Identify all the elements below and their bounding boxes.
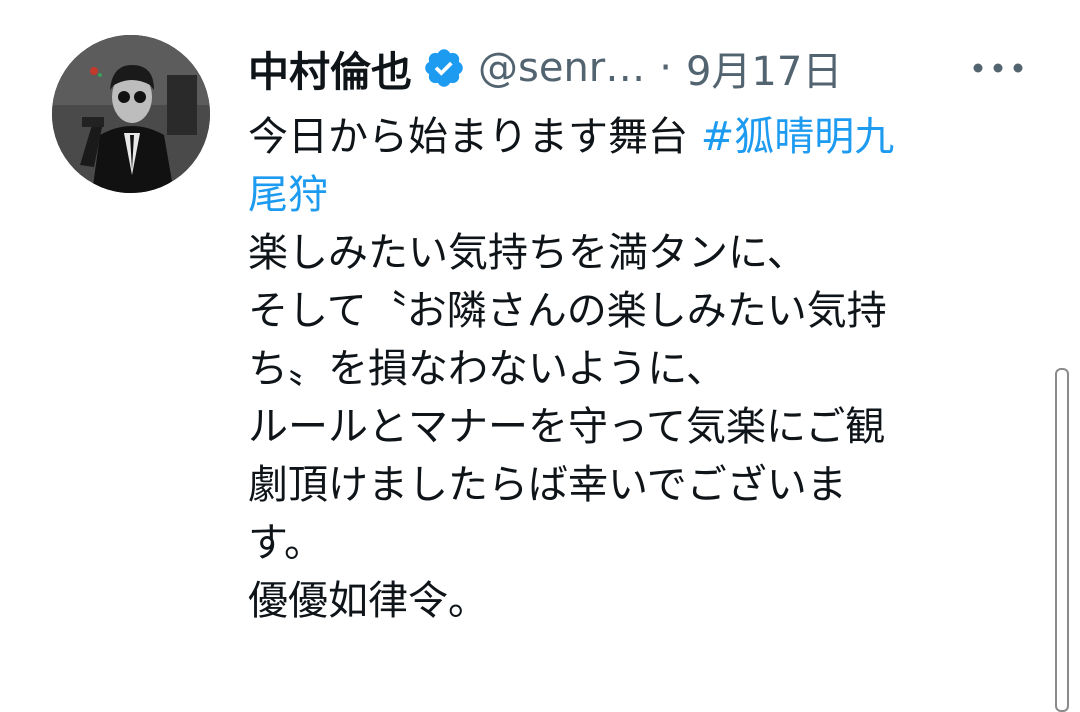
author-handle[interactable]: @senr… <box>478 45 645 91</box>
header-separator: · <box>659 45 672 91</box>
avatar-photo <box>52 35 210 193</box>
tweet-line-1: 今日から始まります舞台 #狐晴明九 <box>248 108 1018 166</box>
tweet-line-5: ち〟を損なわないように、 <box>248 346 726 392</box>
scrollbar[interactable] <box>1055 368 1069 712</box>
hashtag-link[interactable]: #狐晴明九 <box>701 114 895 160</box>
tweet-date[interactable]: 9月17日 <box>686 39 842 97</box>
verified-badge-icon <box>422 46 466 90</box>
tweet-line-4: そして〝お隣さんの楽しみたい気持 <box>248 288 887 334</box>
hashtag-link-continued[interactable]: 尾狩 <box>248 166 1018 224</box>
author-avatar[interactable] <box>52 35 210 193</box>
tweet-header: 中村倫也 @senr… · 9月17日 <box>248 38 842 98</box>
tweet-line-6: ルールとマナーを守って気楽にご観 <box>248 404 886 450</box>
tweet-body: 今日から始まります舞台 #狐晴明九 尾狩 楽しみたい気持ちを満タンに、 そして〝… <box>248 108 1018 630</box>
tweet-line-9: 優優如律令。 <box>248 578 488 624</box>
author-display-name[interactable]: 中村倫也 <box>248 38 412 98</box>
tweet-line-7: 劇頂けましたらば幸いでございま <box>248 462 847 508</box>
tweet-line-3: 楽しみたい気持ちを満タンに、 <box>248 230 807 276</box>
tweet-text-segment: 今日から始まります舞台 <box>248 114 701 160</box>
more-options-button[interactable] <box>970 52 1026 84</box>
tweet-line-8: す。 <box>248 520 324 566</box>
more-horizontal-icon <box>973 63 1023 73</box>
